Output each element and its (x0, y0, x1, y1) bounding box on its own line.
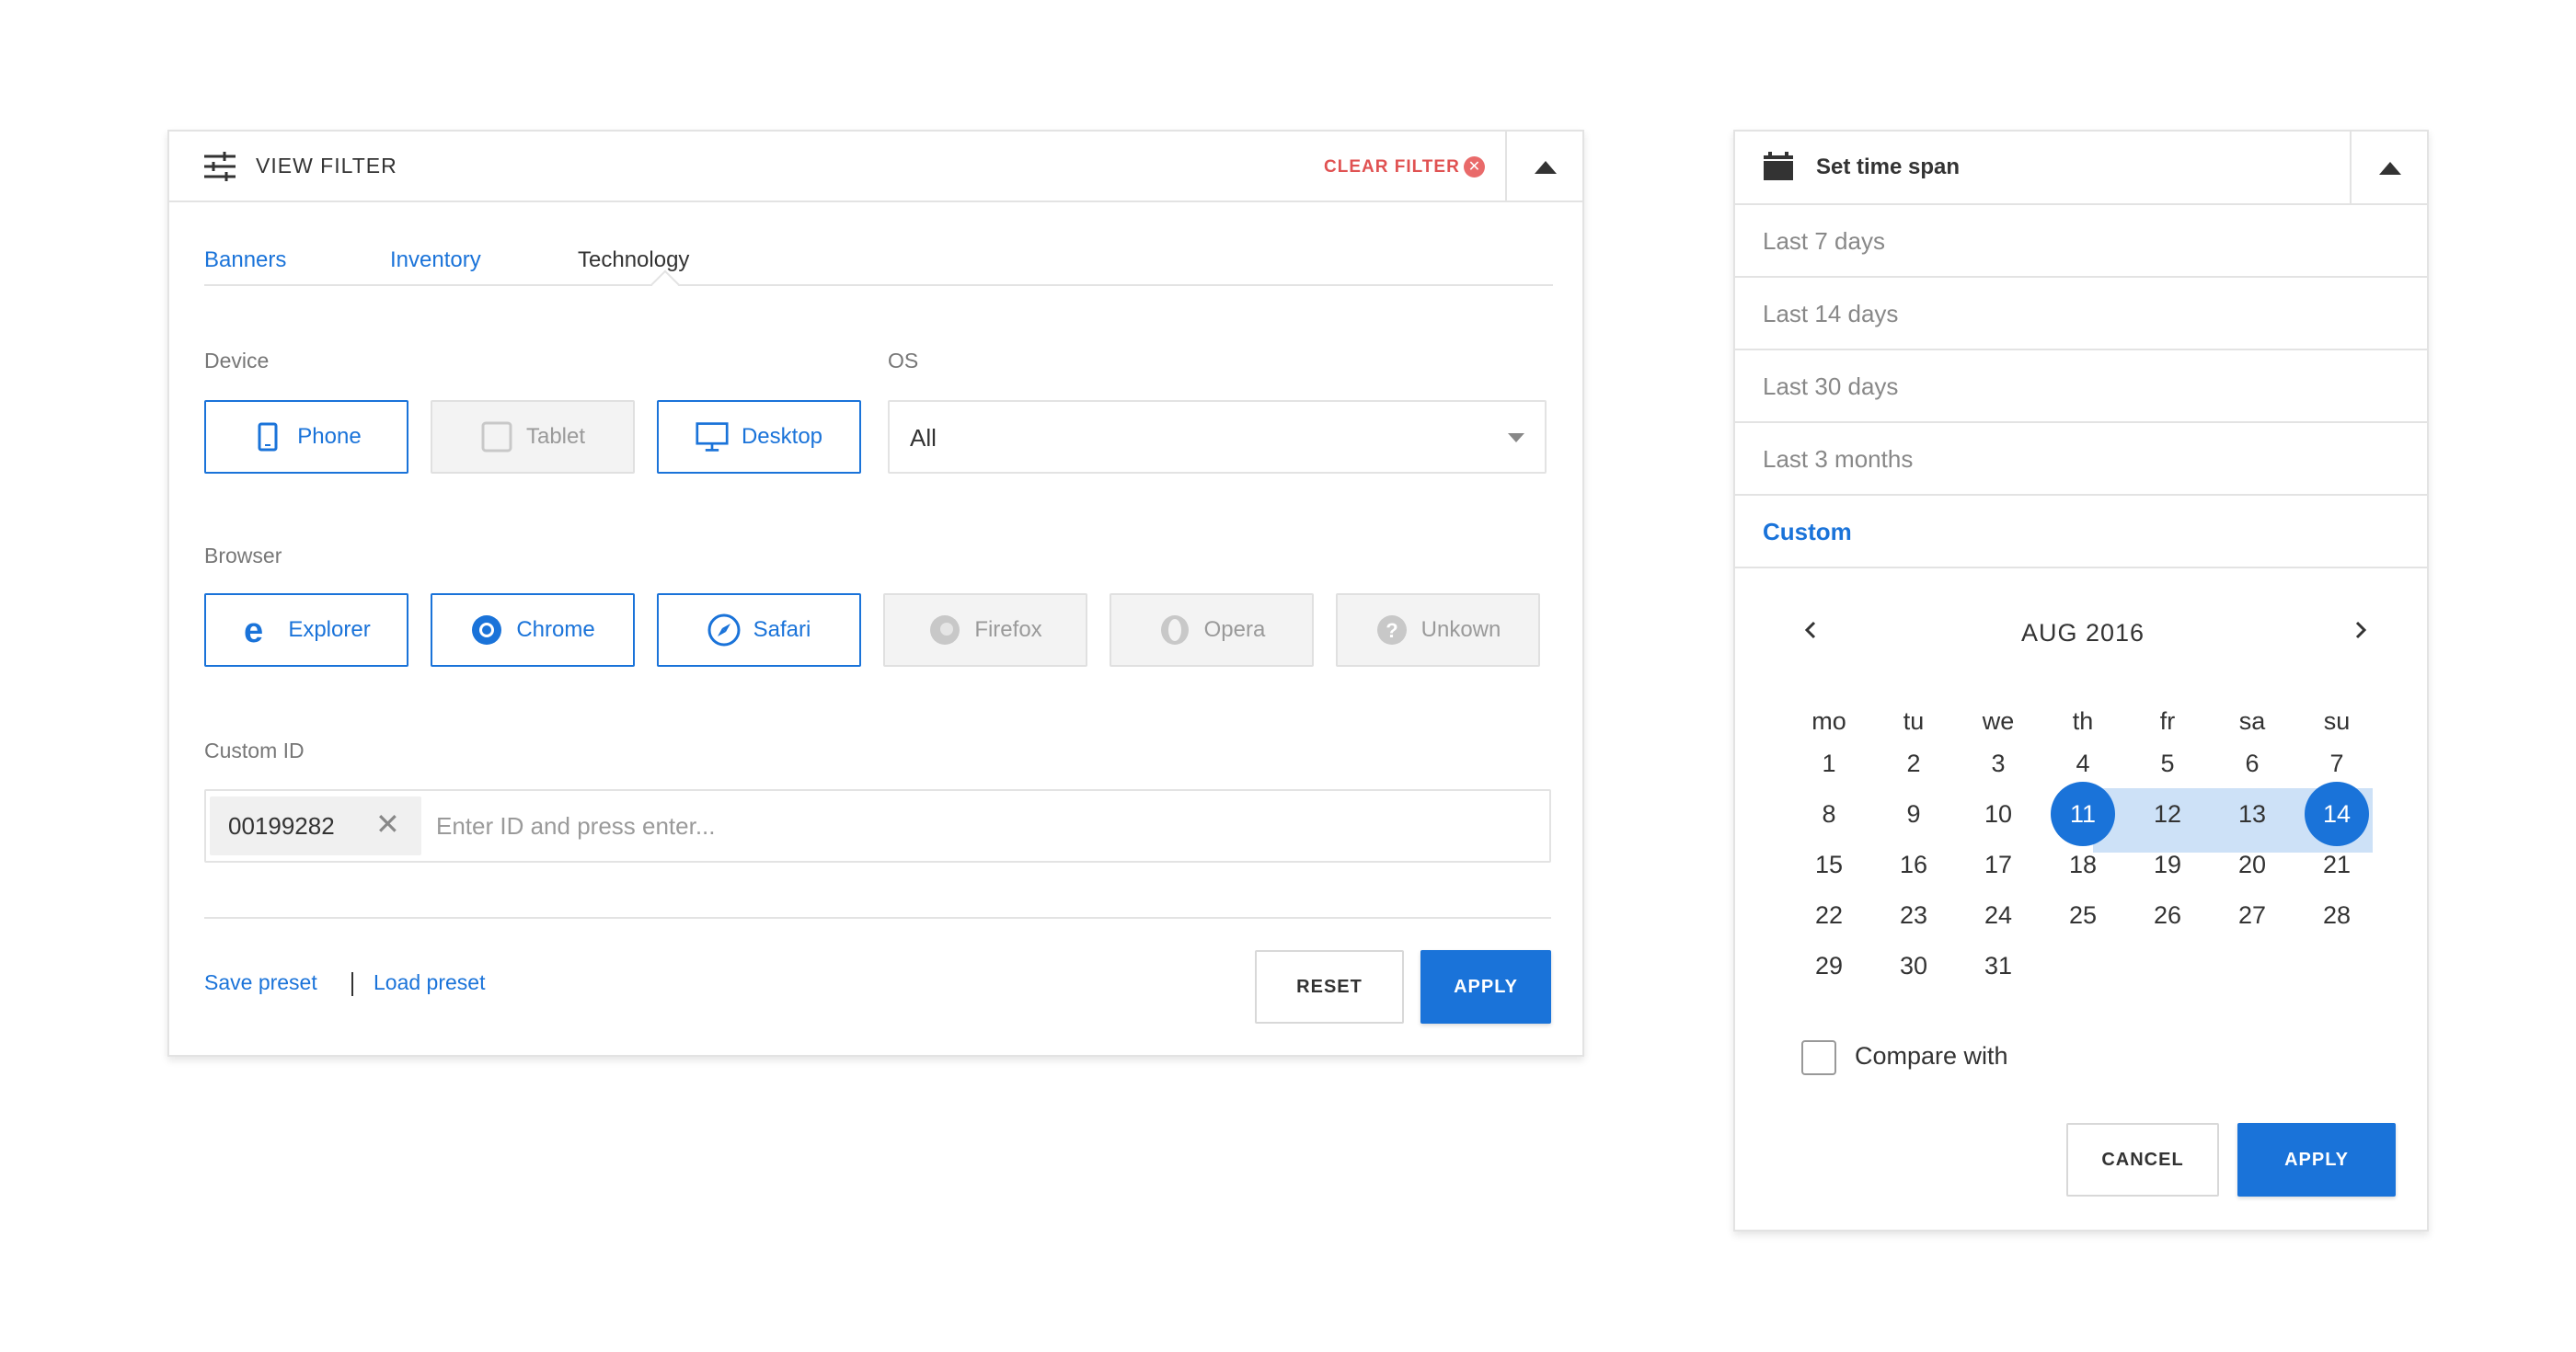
calendar-day[interactable]: 29 (1797, 934, 1861, 998)
question-icon: ? (1375, 613, 1409, 647)
tab-inventory[interactable]: Inventory (390, 247, 481, 273)
browser-opera-label: Opera (1203, 617, 1266, 642)
browser-safari-label: Safari (753, 617, 811, 642)
browser-unknown-button[interactable]: ? Unkown (1336, 593, 1540, 667)
browser-safari-button[interactable]: Safari (657, 593, 861, 667)
range-last-7-days[interactable]: Last 7 days (1735, 205, 2427, 278)
custom-id-label: Custom ID (204, 739, 305, 762)
calendar-day[interactable]: 28 (2305, 883, 2369, 947)
device-tablet-label: Tablet (525, 424, 586, 449)
browser-firefox-label: Firefox (974, 617, 1042, 642)
collapse-timespan-button[interactable] (2350, 132, 2429, 205)
clear-filter-icon[interactable]: ✕ (1464, 156, 1485, 178)
chrome-icon (470, 613, 503, 647)
device-desktop-label: Desktop (741, 424, 823, 449)
timespan-title: Set time span (1816, 155, 1961, 179)
triangle-up-icon (1535, 160, 1557, 174)
svg-text:e: e (244, 613, 263, 647)
browser-explorer-button[interactable]: e Explorer (204, 593, 408, 667)
range-last-14-days[interactable]: Last 14 days (1735, 278, 2427, 350)
browser-unknown-label: Unkown (1420, 617, 1501, 642)
device-phone-label: Phone (297, 424, 362, 449)
tab-banners[interactable]: Banners (204, 247, 286, 273)
chevron-right-icon (2355, 621, 2367, 639)
os-label: OS (888, 349, 919, 372)
calendar-icon (1764, 152, 1793, 180)
browser-chrome-button[interactable]: Chrome (431, 593, 635, 667)
filter-header: VIEW FILTER CLEAR FILTER ✕ (169, 132, 1582, 202)
phone-icon (251, 420, 284, 453)
active-tab-caret (650, 269, 680, 299)
range-last-30-days[interactable]: Last 30 days (1735, 350, 2427, 423)
browser-label: Browser (204, 544, 282, 567)
desktop-icon (696, 420, 729, 453)
tablet-icon (480, 420, 513, 453)
calendar-day[interactable]: 31 (1966, 934, 2030, 998)
reset-button[interactable]: RESET (1255, 950, 1404, 1024)
svg-text:?: ? (1386, 619, 1397, 642)
range-label: Last 30 days (1763, 372, 1899, 400)
cancel-button[interactable]: CANCEL (2066, 1123, 2219, 1197)
device-phone-button[interactable]: Phone (204, 400, 408, 474)
apply-timespan-button[interactable]: APPLY (2237, 1123, 2396, 1197)
filter-title: VIEW FILTER (256, 154, 397, 178)
collapse-filter-button[interactable] (1505, 132, 1584, 202)
dropdown-arrow-icon (1508, 433, 1524, 442)
compare-with-checkbox[interactable] (1801, 1040, 1836, 1075)
os-select[interactable]: All (888, 400, 1547, 474)
calendar-day[interactable]: 30 (1881, 934, 1946, 998)
os-selected-value: All (910, 424, 937, 452)
range-label: Last 14 days (1763, 300, 1899, 327)
time-span-panel: Set time span Last 7 days Last 14 days L… (1733, 130, 2429, 1232)
range-label: Last 7 days (1763, 227, 1885, 255)
device-label: Device (204, 349, 270, 372)
range-label: Last 3 months (1763, 445, 1914, 473)
apply-filter-button[interactable]: APPLY (1420, 950, 1551, 1024)
calendar-day[interactable]: 26 (2135, 883, 2200, 947)
filter-tabs: Banners Inventory Technology (204, 244, 1553, 299)
preset-separator (351, 972, 353, 996)
browser-chrome-label: Chrome (516, 617, 595, 642)
range-last-3-months[interactable]: Last 3 months (1735, 423, 2427, 496)
calendar-day[interactable]: 27 (2220, 883, 2284, 947)
firefox-icon (928, 613, 961, 647)
browser-explorer-label: Explorer (288, 617, 371, 642)
timespan-header: Set time span (1735, 132, 2427, 205)
browser-opera-button[interactable]: Opera (1110, 593, 1314, 667)
calendar-month-label: AUG 2016 (2020, 619, 2145, 647)
sliders-icon (204, 152, 236, 181)
browser-firefox-button[interactable]: Firefox (883, 593, 1087, 667)
safari-icon (707, 613, 741, 647)
opera-icon (1158, 613, 1191, 647)
remove-chip-icon[interactable]: ✕ (375, 809, 400, 839)
compare-with-label: Compare with (1855, 1042, 2008, 1070)
custom-id-input[interactable] (436, 796, 1531, 855)
triangle-up-icon (2379, 162, 2401, 175)
custom-id-field[interactable]: 00199282 ✕ (204, 789, 1551, 863)
view-filter-panel: VIEW FILTER CLEAR FILTER ✕ Banners Inven… (167, 130, 1584, 1057)
footer-divider (204, 917, 1551, 919)
explorer-icon: e (242, 613, 275, 647)
range-custom[interactable]: Custom (1735, 496, 2427, 568)
custom-id-chip: 00199282 ✕ (210, 796, 421, 855)
calendar-day[interactable]: 25 (2051, 883, 2115, 947)
tab-technology[interactable]: Technology (578, 247, 689, 273)
device-desktop-button[interactable]: Desktop (657, 400, 861, 474)
save-preset-link[interactable]: Save preset (204, 970, 317, 995)
chip-text: 00199282 (228, 812, 335, 840)
range-label: Custom (1763, 518, 1852, 545)
device-tablet-button[interactable]: Tablet (431, 400, 635, 474)
next-month-button[interactable] (2342, 617, 2379, 648)
load-preset-link[interactable]: Load preset (374, 970, 485, 995)
clear-filter-link[interactable]: CLEAR FILTER (1324, 157, 1460, 178)
